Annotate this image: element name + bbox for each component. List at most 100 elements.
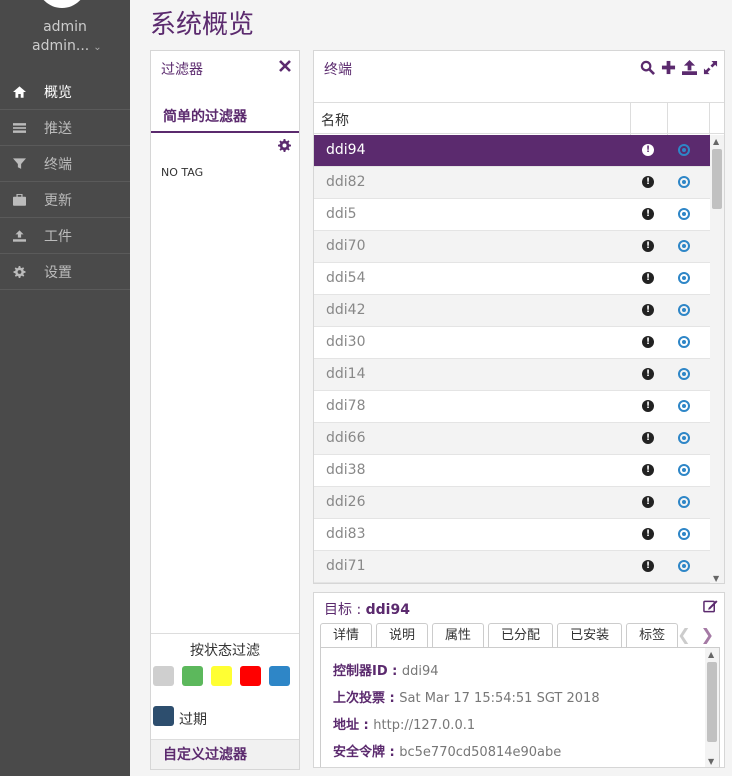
page-title: 系统概览 bbox=[150, 10, 255, 40]
tab-4[interactable]: 已安装 bbox=[557, 623, 623, 648]
detail-scrollbar[interactable]: ▲ ▼ bbox=[705, 648, 719, 767]
warning-icon[interactable]: ! bbox=[642, 144, 654, 156]
target-detail-panel: 目标 : ddi94 详情 说明 属性 已分配 已安装 标签 ❮ ❯ 控制器ID : ddi… bbox=[313, 592, 725, 768]
sidebar-item-targets[interactable]: 终端 bbox=[0, 146, 130, 182]
pin-target-icon[interactable] bbox=[678, 208, 690, 220]
simple-filter-header[interactable]: 简单的过滤器 bbox=[151, 103, 299, 133]
pin-target-icon[interactable] bbox=[678, 304, 690, 316]
warning-icon[interactable]: ! bbox=[642, 528, 654, 540]
sidebar-item-label: 推送 bbox=[44, 120, 72, 137]
expand-icon[interactable] bbox=[703, 60, 718, 75]
pin-target-icon[interactable] bbox=[678, 400, 690, 412]
terminals-panel: 终端 名称 ddi94! ddi82! ddi5! ddi70! ddi54! ddi42… bbox=[313, 50, 725, 584]
custom-filter-header[interactable]: 自定义过滤器 bbox=[151, 739, 299, 769]
sidebar-item-overview[interactable]: 概览 bbox=[0, 74, 130, 110]
warning-icon[interactable]: ! bbox=[642, 496, 654, 508]
search-icon[interactable] bbox=[640, 60, 655, 75]
target-detail-title: 目标 : ddi94 bbox=[324, 602, 410, 618]
tab-0[interactable]: 详情 bbox=[320, 623, 373, 648]
user-menu[interactable]: admin... ⌄ bbox=[32, 38, 102, 54]
pin-target-icon[interactable] bbox=[678, 144, 690, 156]
warning-icon[interactable]: ! bbox=[642, 336, 654, 348]
column-header-name[interactable]: 名称 bbox=[321, 110, 349, 130]
table-row[interactable]: ddi38! bbox=[314, 455, 710, 487]
table-row[interactable]: ddi26! bbox=[314, 487, 710, 519]
warning-icon[interactable]: ! bbox=[642, 560, 654, 572]
detail-tabs: 详情 说明 属性 已分配 已安装 标签 bbox=[320, 623, 679, 648]
pin-target-icon[interactable] bbox=[678, 528, 690, 540]
table-row[interactable]: ddi66! bbox=[314, 423, 710, 455]
expired-label: 过期 bbox=[179, 712, 207, 728]
sidebar-item-deployment[interactable]: 推送 bbox=[0, 110, 130, 146]
avatar[interactable] bbox=[37, 0, 87, 8]
warning-icon[interactable]: ! bbox=[642, 368, 654, 380]
upload-icon bbox=[12, 229, 26, 242]
upload-icon[interactable] bbox=[682, 60, 697, 75]
pin-target-icon[interactable] bbox=[678, 368, 690, 380]
target-name: ddi78 bbox=[326, 398, 366, 414]
table-row[interactable]: ddi42! bbox=[314, 295, 710, 327]
warning-icon[interactable]: ! bbox=[642, 176, 654, 188]
target-name: ddi5 bbox=[326, 206, 357, 222]
pin-target-icon[interactable] bbox=[678, 336, 690, 348]
table-row[interactable]: ddi83! bbox=[314, 519, 710, 551]
pin-target-icon[interactable] bbox=[678, 496, 690, 508]
tab-3[interactable]: 已分配 bbox=[488, 623, 554, 648]
status-filter-registered[interactable] bbox=[269, 666, 290, 686]
warning-icon[interactable]: ! bbox=[642, 240, 654, 252]
sidebar-item-settings[interactable]: 设置 bbox=[0, 254, 130, 290]
warning-icon[interactable]: ! bbox=[642, 432, 654, 444]
target-name: ddi26 bbox=[326, 494, 366, 510]
table-row[interactable]: ddi70! bbox=[314, 231, 710, 263]
add-icon[interactable] bbox=[661, 60, 676, 75]
warning-icon[interactable]: ! bbox=[642, 464, 654, 476]
tab-scroll-arrows: ❮ ❯ bbox=[677, 625, 714, 644]
chevron-left-icon[interactable]: ❮ bbox=[677, 625, 690, 644]
target-name: ddi70 bbox=[326, 238, 366, 254]
pin-target-icon[interactable] bbox=[678, 432, 690, 444]
table-row[interactable]: ddi78! bbox=[314, 391, 710, 423]
field-last-poll: 上次投票 : Sat Mar 17 15:54:51 SGT 2018 bbox=[333, 691, 600, 706]
table-row[interactable]: ddi82! bbox=[314, 167, 710, 199]
sidebar-item-updates[interactable]: 更新 bbox=[0, 182, 130, 218]
table-row[interactable]: ddi94! bbox=[314, 135, 710, 167]
terminals-scrollbar[interactable]: ▲ ▼ bbox=[710, 135, 724, 583]
warning-icon[interactable]: ! bbox=[642, 208, 654, 220]
chevron-right-icon[interactable]: ❯ bbox=[701, 625, 714, 644]
status-filter-in-sync[interactable] bbox=[182, 666, 203, 686]
tab-1[interactable]: 说明 bbox=[376, 623, 429, 648]
status-filter-pending[interactable] bbox=[211, 666, 232, 686]
sidebar-item-artifacts[interactable]: 工件 bbox=[0, 218, 130, 254]
target-name: ddi14 bbox=[326, 366, 366, 382]
edit-icon[interactable] bbox=[703, 599, 718, 613]
no-tag-filter[interactable]: NO TAG bbox=[161, 166, 203, 179]
table-row[interactable]: ddi71! bbox=[314, 551, 710, 583]
terminals-toolbar bbox=[640, 60, 718, 75]
detail-tab-content: 控制器ID : ddi94 上次投票 : Sat Mar 17 15:54:51… bbox=[320, 647, 720, 767]
field-controller-id: 控制器ID : ddi94 bbox=[333, 664, 439, 679]
pin-target-icon[interactable] bbox=[678, 240, 690, 252]
tab-2[interactable]: 属性 bbox=[432, 623, 485, 648]
table-row[interactable]: ddi30! bbox=[314, 327, 710, 359]
table-row[interactable]: ddi5! bbox=[314, 199, 710, 231]
target-name: ddi54 bbox=[326, 270, 366, 286]
sidebar-item-label: 工件 bbox=[44, 228, 72, 245]
gear-icon[interactable] bbox=[278, 139, 291, 152]
target-name: ddi83 bbox=[326, 526, 366, 542]
status-filter-expired[interactable] bbox=[153, 706, 174, 726]
close-icon[interactable] bbox=[279, 60, 291, 72]
status-filter-error[interactable] bbox=[240, 666, 261, 686]
pin-target-icon[interactable] bbox=[678, 464, 690, 476]
table-row[interactable]: ddi14! bbox=[314, 359, 710, 391]
gear-icon bbox=[12, 265, 26, 278]
terminals-panel-title: 终端 bbox=[324, 62, 352, 78]
pin-target-icon[interactable] bbox=[678, 560, 690, 572]
warning-icon[interactable]: ! bbox=[642, 272, 654, 284]
status-filter-unknown[interactable] bbox=[153, 666, 174, 686]
table-row[interactable]: ddi54! bbox=[314, 263, 710, 295]
pin-target-icon[interactable] bbox=[678, 272, 690, 284]
pin-target-icon[interactable] bbox=[678, 176, 690, 188]
warning-icon[interactable]: ! bbox=[642, 400, 654, 412]
tab-5[interactable]: 标签 bbox=[626, 623, 679, 648]
warning-icon[interactable]: ! bbox=[642, 304, 654, 316]
